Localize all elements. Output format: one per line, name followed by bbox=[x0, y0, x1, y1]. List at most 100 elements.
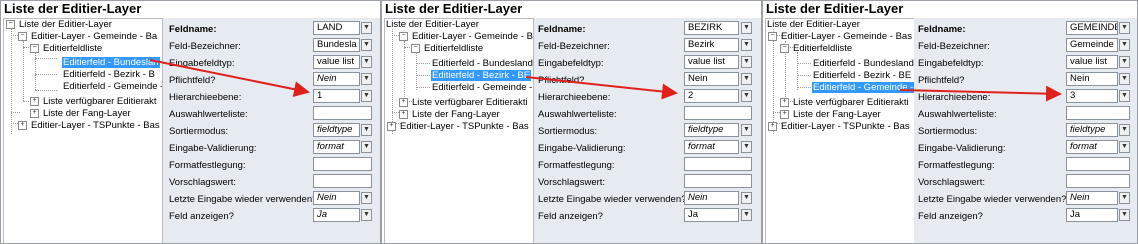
eingabefeldtyp-field[interactable]: value list bbox=[1066, 55, 1118, 69]
tree-verfuegbar[interactable]: + Liste verfügbarer Editierakt bbox=[30, 96, 158, 107]
tree-verfuegbar[interactable]: + Liste verfügbarer Editierakti bbox=[399, 97, 529, 108]
tree-item-bundesland[interactable]: Editierfeld - Bundeslan bbox=[62, 57, 160, 68]
letzte-eingabe-select[interactable]: Nein bbox=[1066, 191, 1118, 205]
plus-box-icon[interactable]: + bbox=[399, 109, 408, 119]
minus-box-icon[interactable]: − bbox=[780, 43, 789, 53]
auswahlwerteliste-field[interactable] bbox=[1066, 106, 1130, 120]
plus-box-icon[interactable]: + bbox=[30, 108, 39, 118]
dropdown-arrow-icon[interactable]: ▼ bbox=[741, 192, 752, 204]
tree-editierfeldliste[interactable]: − Editierfeldliste bbox=[30, 43, 103, 54]
dropdown-arrow-icon[interactable]: ▼ bbox=[361, 22, 372, 34]
dropdown-arrow-icon[interactable]: ▼ bbox=[1119, 192, 1130, 204]
tree-layer-gemeinde[interactable]: − Editier-Layer - Gemeinde - Ba bbox=[18, 31, 158, 42]
plus-box-icon[interactable]: + bbox=[30, 96, 39, 106]
vorschlagswert-field[interactable] bbox=[1066, 174, 1130, 188]
sortiermodus-select[interactable]: fieldtype bbox=[684, 123, 739, 137]
tree-layer-tspunkte[interactable]: + Editier-Layer - TSPunkte - Bas bbox=[768, 121, 911, 132]
tree-layer-tspunkte[interactable]: + Editier-Layer - TSPunkte - Bas bbox=[18, 120, 161, 131]
hierarchieebene-select[interactable]: 1 bbox=[313, 89, 360, 103]
plus-box-icon[interactable]: + bbox=[399, 97, 408, 107]
minus-box-icon[interactable]: − bbox=[30, 43, 39, 53]
feldname-field[interactable]: LAND bbox=[313, 21, 360, 35]
tree-verfuegbar[interactable]: + Liste verfügbarer Editierakti bbox=[780, 97, 910, 108]
dropdown-arrow-icon[interactable]: ▼ bbox=[741, 90, 752, 102]
feldname-field[interactable]: BEZIRK bbox=[684, 21, 739, 35]
dropdown-arrow-icon[interactable]: ▼ bbox=[741, 39, 752, 51]
dropdown-arrow-icon[interactable]: ▼ bbox=[741, 56, 752, 68]
tree-editierfeldliste[interactable]: − Editierfeldliste bbox=[411, 43, 484, 54]
feldname-field[interactable]: GEMEINDE bbox=[1066, 21, 1118, 35]
letzte-eingabe-select[interactable]: Nein bbox=[313, 191, 360, 205]
dropdown-arrow-icon[interactable]: ▼ bbox=[741, 209, 752, 221]
dropdown-arrow-icon[interactable]: ▼ bbox=[361, 141, 372, 153]
dropdown-arrow-icon[interactable]: ▼ bbox=[361, 209, 372, 221]
auswahlwerteliste-field[interactable] bbox=[313, 106, 372, 120]
vorschlagswert-field[interactable] bbox=[313, 174, 372, 188]
validierung-select[interactable]: format bbox=[684, 140, 739, 154]
dropdown-arrow-icon[interactable]: ▼ bbox=[1119, 124, 1130, 136]
dropdown-arrow-icon[interactable]: ▼ bbox=[361, 192, 372, 204]
formatfestlegung-field[interactable] bbox=[684, 157, 752, 171]
validierung-select[interactable]: format bbox=[1066, 140, 1118, 154]
tree-item-gemeinde[interactable]: Editierfeld - Gemeinde - bbox=[812, 82, 914, 93]
tree-layer-gemeinde[interactable]: − Editier-Layer - Gemeinde - Bas bbox=[399, 31, 533, 42]
minus-box-icon[interactable]: − bbox=[6, 19, 15, 29]
dropdown-arrow-icon[interactable]: ▼ bbox=[361, 124, 372, 136]
tree-fang-layer[interactable]: + Liste der Fang-Layer bbox=[30, 108, 132, 119]
formatfestlegung-field[interactable] bbox=[313, 157, 372, 171]
tree-root[interactable]: − Liste der Editier-Layer bbox=[6, 19, 113, 30]
tree-root[interactable]: Liste der Editier-Layer bbox=[766, 19, 861, 30]
dropdown-arrow-icon[interactable]: ▼ bbox=[1119, 141, 1130, 153]
tree-item-bezirk[interactable]: Editierfeld - Bezirk - BE bbox=[431, 70, 532, 81]
dropdown-arrow-icon[interactable]: ▼ bbox=[1119, 209, 1130, 221]
dropdown-arrow-icon[interactable]: ▼ bbox=[1119, 73, 1130, 85]
hierarchieebene-select[interactable]: 3 bbox=[1066, 89, 1118, 103]
tree-item-bezirk[interactable]: Editierfeld - Bezirk - B bbox=[62, 69, 156, 80]
dropdown-arrow-icon[interactable]: ▼ bbox=[361, 39, 372, 51]
tree-layer-tspunkte[interactable]: + Editier-Layer - TSPunkte - Bas bbox=[387, 121, 530, 132]
tree-item-bezirk[interactable]: Editierfeld - Bezirk - BE bbox=[812, 70, 912, 81]
sortiermodus-select[interactable]: fieldtype bbox=[1066, 123, 1118, 137]
bezeichner-field[interactable]: Bundesla bbox=[313, 38, 360, 52]
dropdown-arrow-icon[interactable]: ▼ bbox=[1119, 90, 1130, 102]
letzte-eingabe-select[interactable]: Nein bbox=[684, 191, 739, 205]
dropdown-arrow-icon[interactable]: ▼ bbox=[1119, 56, 1130, 68]
dropdown-arrow-icon[interactable]: ▼ bbox=[1119, 39, 1130, 51]
minus-box-icon[interactable]: − bbox=[411, 43, 420, 53]
tree-root[interactable]: Liste der Editier-Layer bbox=[385, 19, 480, 30]
dropdown-arrow-icon[interactable]: ▼ bbox=[1119, 22, 1130, 34]
plus-box-icon[interactable]: + bbox=[780, 109, 789, 119]
anzeigen-select[interactable]: Ja bbox=[313, 208, 360, 222]
eingabefeldtyp-field[interactable]: value list bbox=[313, 55, 360, 69]
pflichtfeld-select[interactable]: Nein bbox=[684, 72, 739, 86]
vorschlagswert-field[interactable] bbox=[684, 174, 752, 188]
hierarchieebene-select[interactable]: 2 bbox=[684, 89, 739, 103]
tree-fang-layer[interactable]: + Liste der Fang-Layer bbox=[780, 109, 882, 120]
validierung-select[interactable]: format bbox=[313, 140, 360, 154]
anzeigen-select[interactable]: Ja bbox=[684, 208, 739, 222]
tree-item-bundesland[interactable]: Editierfeld - Bundesland bbox=[431, 58, 533, 69]
tree-item-bundesland[interactable]: Editierfeld - Bundesland bbox=[812, 58, 914, 69]
dropdown-arrow-icon[interactable]: ▼ bbox=[361, 56, 372, 68]
plus-box-icon[interactable]: + bbox=[18, 120, 27, 130]
layer-tree[interactable]: − Liste der Editier-Layer − Editier-Layer … bbox=[3, 18, 163, 243]
minus-box-icon[interactable]: − bbox=[768, 31, 777, 41]
tree-item-gemeinde[interactable]: Editierfeld - Gemeinde - bbox=[62, 81, 162, 92]
tree-fang-layer[interactable]: + Liste der Fang-Layer bbox=[399, 109, 501, 120]
tree-layer-gemeinde[interactable]: − Editier-Layer - Gemeinde - Bas bbox=[768, 31, 913, 42]
tree-editierfeldliste[interactable]: − Editierfeldliste bbox=[780, 43, 853, 54]
layer-tree[interactable]: Liste der Editier-Layer − Editier-Layer -… bbox=[765, 18, 915, 243]
dropdown-arrow-icon[interactable]: ▼ bbox=[741, 141, 752, 153]
bezeichner-field[interactable]: Gemeinde bbox=[1066, 38, 1118, 52]
pflichtfeld-select[interactable]: Nein bbox=[1066, 72, 1118, 86]
dropdown-arrow-icon[interactable]: ▼ bbox=[361, 73, 372, 85]
plus-box-icon[interactable]: + bbox=[387, 121, 396, 131]
plus-box-icon[interactable]: + bbox=[780, 97, 789, 107]
dropdown-arrow-icon[interactable]: ▼ bbox=[741, 22, 752, 34]
sortiermodus-select[interactable]: fieldtype bbox=[313, 123, 360, 137]
auswahlwerteliste-field[interactable] bbox=[684, 106, 752, 120]
eingabefeldtyp-field[interactable]: value list bbox=[684, 55, 739, 69]
bezeichner-field[interactable]: Bezirk bbox=[684, 38, 739, 52]
dropdown-arrow-icon[interactable]: ▼ bbox=[741, 73, 752, 85]
layer-tree[interactable]: Liste der Editier-Layer − Editier-Layer -… bbox=[384, 18, 534, 243]
